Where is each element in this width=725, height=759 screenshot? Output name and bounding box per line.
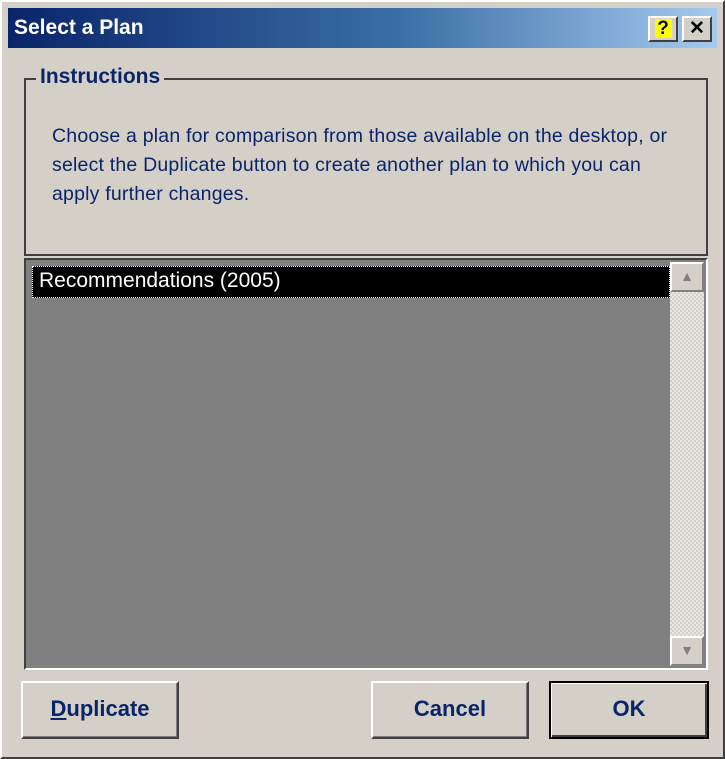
scroll-down-button[interactable]: ▼: [670, 636, 704, 666]
duplicate-label: uplicate: [66, 696, 150, 721]
scroll-up-button[interactable]: ▲: [670, 262, 704, 292]
plan-listbox[interactable]: Recommendations (2005) ▲ ▼: [24, 258, 708, 670]
close-icon: ✕: [689, 18, 705, 39]
ok-button[interactable]: OK: [549, 681, 709, 739]
arrow-down-icon: ▼: [680, 642, 694, 658]
duplicate-access-key: D: [50, 696, 67, 721]
help-icon: ?: [654, 19, 672, 38]
help-button[interactable]: ?: [648, 16, 678, 42]
close-button[interactable]: ✕: [682, 16, 712, 42]
cancel-button[interactable]: Cancel: [371, 681, 529, 739]
duplicate-button[interactable]: Duplicate: [21, 681, 179, 739]
title-bar[interactable]: Select a Plan ? ✕: [8, 8, 717, 48]
arrow-up-icon: ▲: [680, 268, 694, 284]
list-item[interactable]: Recommendations (2005): [32, 266, 670, 298]
instructions-legend: Instructions: [36, 64, 165, 90]
window-title: Select a Plan: [14, 16, 144, 39]
vertical-scrollbar[interactable]: ▲ ▼: [670, 262, 704, 666]
instructions-text: Choose a plan for comparison from those …: [52, 125, 668, 205]
select-plan-dialog: Select a Plan ? ✕ Instructions Choose a …: [0, 0, 725, 759]
